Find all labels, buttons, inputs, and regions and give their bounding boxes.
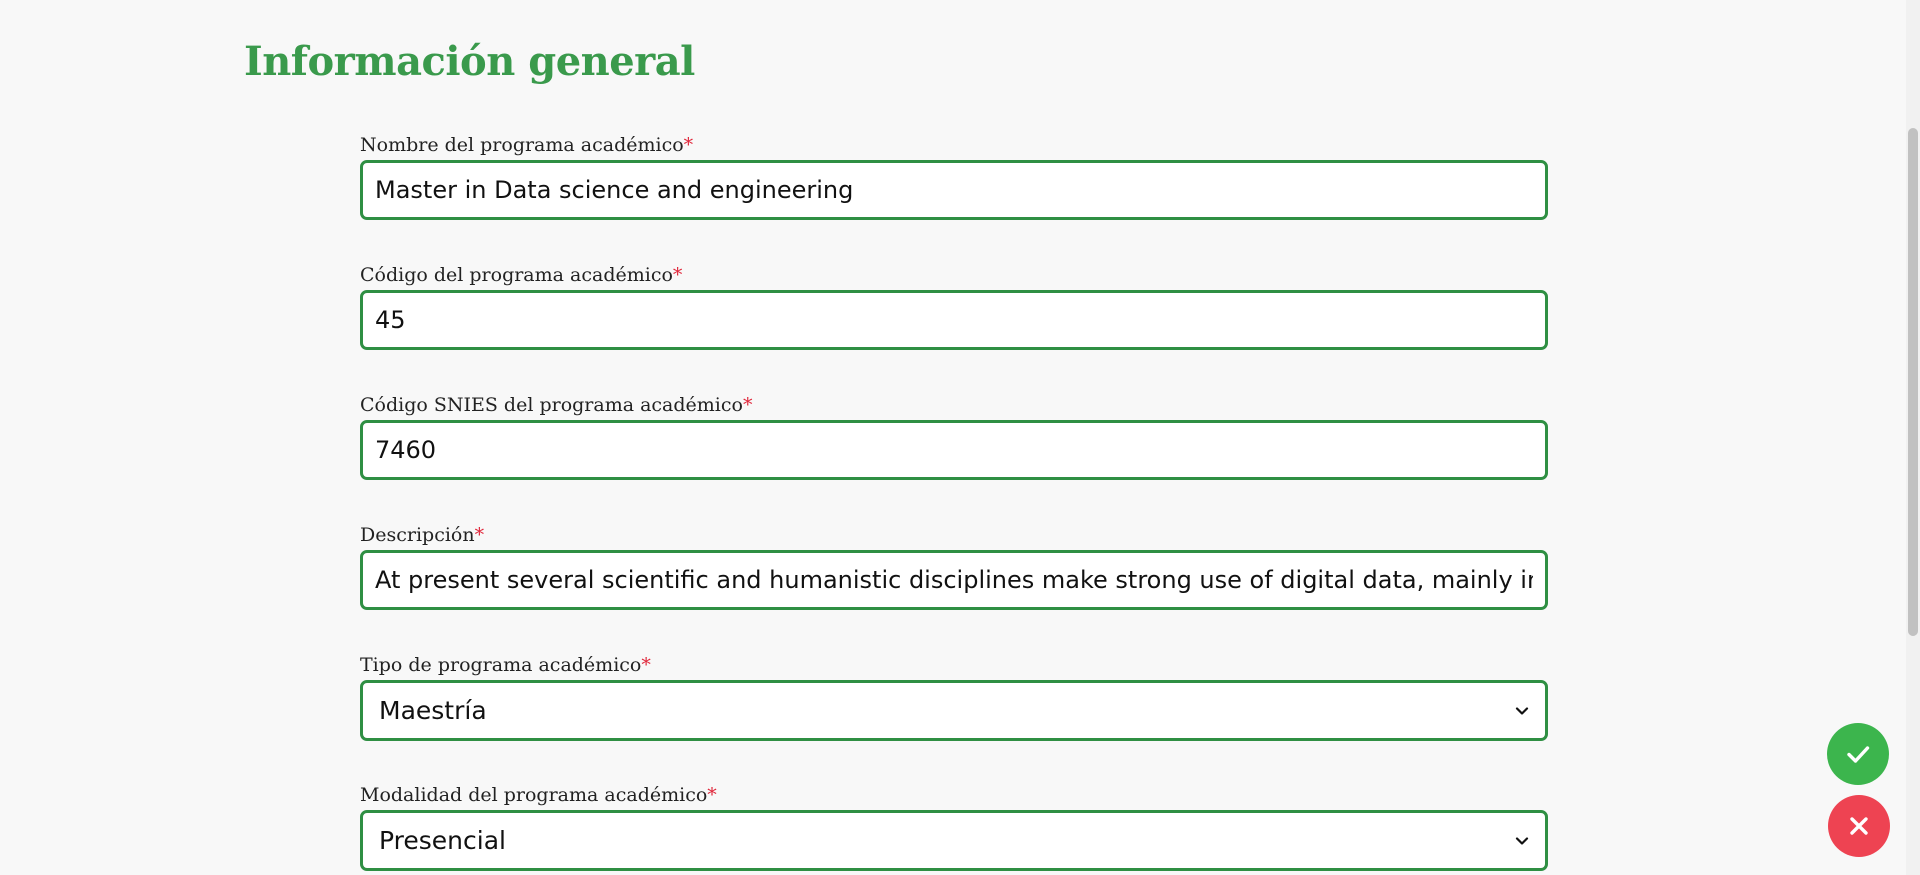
- field-program-code: Código del programa académico*: [360, 260, 1548, 390]
- field-program-type: Tipo de programa académico* Maestría: [360, 650, 1548, 780]
- field-label: Descripción*: [360, 524, 485, 546]
- scrollbar[interactable]: [1906, 0, 1920, 875]
- field-label: Código SNIES del programa académico*: [360, 394, 753, 416]
- chevron-down-icon: [1515, 706, 1529, 715]
- close-icon: [1850, 817, 1868, 835]
- cancel-button[interactable]: [1828, 795, 1890, 857]
- program-form: Nombre del programa académico* Código de…: [360, 130, 1548, 875]
- select-value: Presencial: [379, 826, 506, 855]
- field-snies-code: Código SNIES del programa académico*: [360, 390, 1548, 520]
- chevron-down-icon: [1515, 836, 1529, 845]
- field-label: Tipo de programa académico*: [360, 654, 651, 676]
- field-label: Código del programa académico*: [360, 264, 683, 286]
- required-marker: *: [742, 394, 753, 416]
- check-icon: [1847, 746, 1870, 763]
- section-title: Información general: [244, 38, 695, 85]
- program-code-input[interactable]: [360, 290, 1548, 350]
- description-input[interactable]: [360, 550, 1548, 610]
- program-name-input[interactable]: [360, 160, 1548, 220]
- field-label: Nombre del programa académico*: [360, 134, 694, 156]
- select-value: Maestría: [379, 696, 487, 725]
- required-marker: *: [641, 654, 651, 676]
- page: Información general Nombre del programa …: [0, 0, 1920, 875]
- required-marker: *: [707, 784, 717, 806]
- required-marker: *: [683, 134, 694, 156]
- field-program-name: Nombre del programa académico*: [360, 130, 1548, 260]
- snies-code-input[interactable]: [360, 420, 1548, 480]
- program-type-select[interactable]: Maestría: [360, 680, 1548, 741]
- confirm-button[interactable]: [1827, 723, 1889, 785]
- scrollbar-thumb[interactable]: [1908, 128, 1918, 636]
- field-program-modality: Modalidad del programa académico* Presen…: [360, 780, 1548, 875]
- field-description: Descripción*: [360, 520, 1548, 650]
- required-marker: *: [672, 264, 683, 286]
- program-modality-select[interactable]: Presencial: [360, 810, 1548, 871]
- required-marker: *: [474, 524, 485, 546]
- field-label: Modalidad del programa académico*: [360, 784, 717, 806]
